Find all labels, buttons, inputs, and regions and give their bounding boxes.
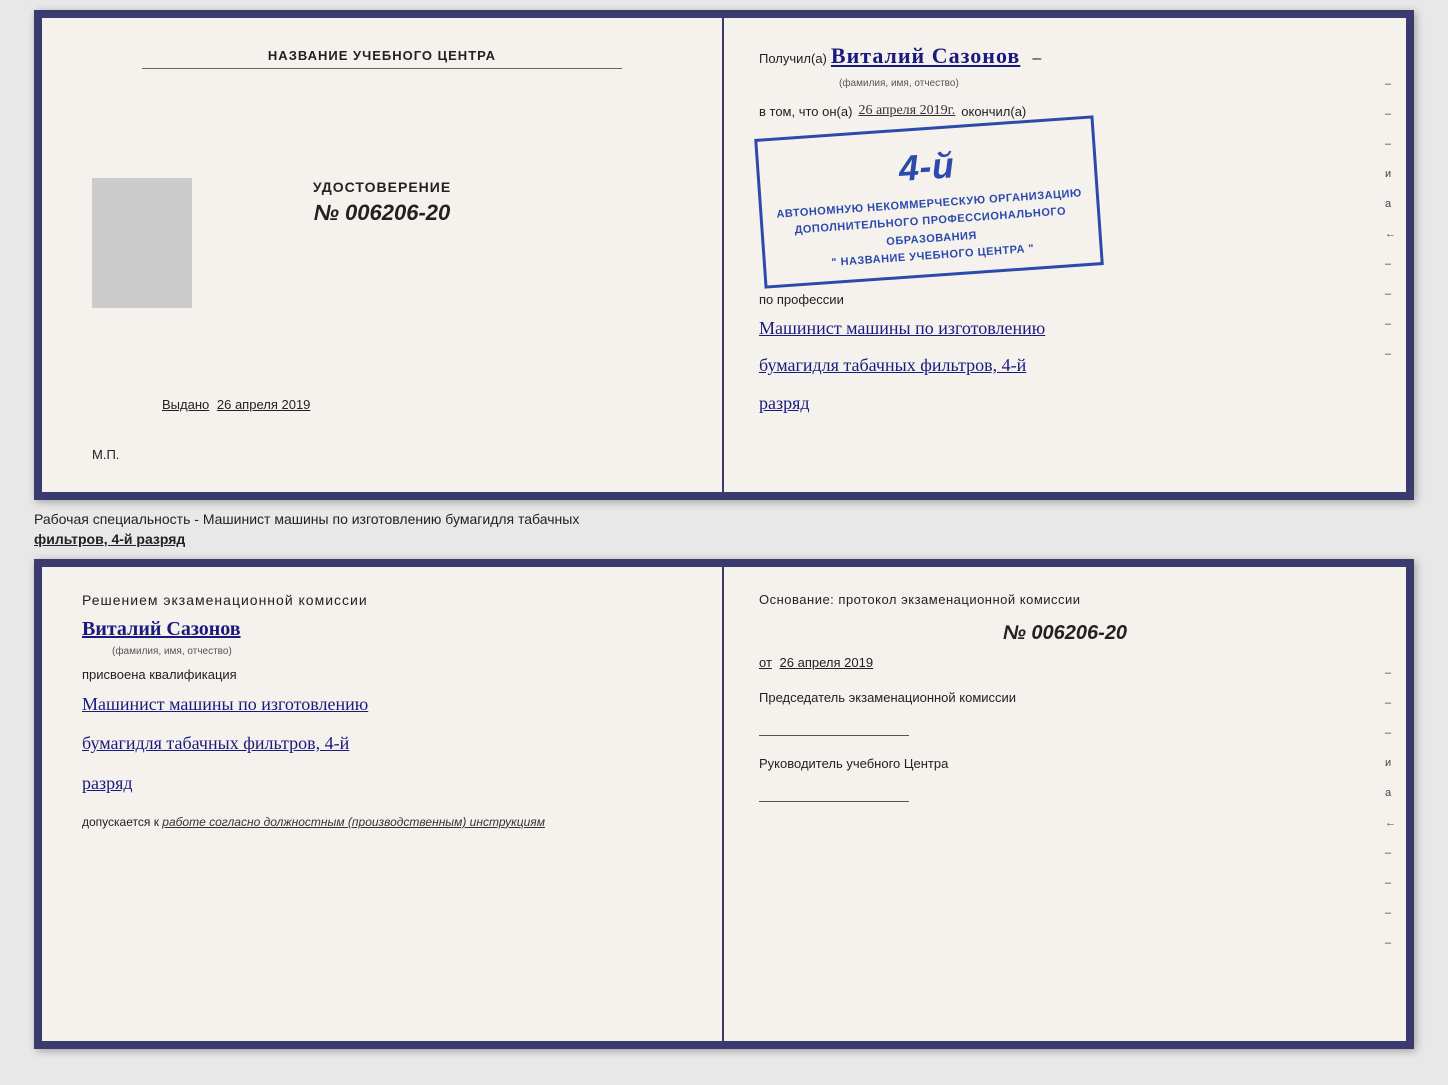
sidebar-marks-bottom: – – – и а ← – – – – xyxy=(1385,667,1396,949)
cert-right-panel: Получил(а) Виталий Сазонов – (фамилия, и… xyxy=(724,18,1406,492)
label-strip-underlined: фильтров, 4-й разряд xyxy=(34,531,185,547)
recipient-name-top: Виталий Сазонов xyxy=(831,43,1020,69)
rukovoditel-block: Руководитель учебного Центра xyxy=(759,756,1371,802)
dash-top: – xyxy=(1032,50,1041,68)
rukovoditel-label: Руководитель учебного Центра xyxy=(759,756,948,771)
stamp: 4-й АВТОНОМНУЮ НЕКОММЕРЧЕСКУЮ ОРГАНИЗАЦИ… xyxy=(754,115,1104,288)
udostoverenie-number: № 006206-20 xyxy=(313,200,451,226)
udostoverenie-label: УДОСТОВЕРЕНИЕ xyxy=(313,179,451,195)
fio-label-bottom: (фамилия, имя, отчество) xyxy=(112,641,682,659)
dopuskaetsya-text: работе согласно должностным (производств… xyxy=(162,815,545,829)
po-professii: по профессии xyxy=(759,292,1371,307)
label-strip-text: Рабочая специальность - Машинист машины … xyxy=(34,511,579,547)
ot-line: от 26 апреля 2019 xyxy=(759,655,1371,670)
training-center-title: НАЗВАНИЕ УЧЕБНОГО ЦЕНТРА xyxy=(142,48,622,69)
ot-label: от xyxy=(759,655,772,670)
photo-placeholder xyxy=(92,178,192,308)
cert-bottom-left: Решением экзаменационной комиссии Витали… xyxy=(42,567,724,1041)
prisvoena-label: присвоена квалификация xyxy=(82,667,682,682)
vydano-line: Выдано 26 апреля 2019 xyxy=(162,397,310,412)
dopuskaetsya-label: допускается к xyxy=(82,815,159,829)
certificate-top: НАЗВАНИЕ УЧЕБНОГО ЦЕНТРА УДОСТОВЕРЕНИЕ №… xyxy=(34,10,1414,500)
predsedatel-signature-line xyxy=(759,735,909,736)
profession-line3-top: разряд xyxy=(759,387,1371,419)
ot-date: 26 апреля 2019 xyxy=(780,655,874,670)
predsedatel-block: Председатель экзаменационной комиссии xyxy=(759,690,1371,736)
poluchil-line: Получил(а) Виталий Сазонов – xyxy=(759,43,1371,69)
mp-label: М.П. xyxy=(92,447,119,462)
bottom-left-title: Решением экзаменационной комиссии xyxy=(82,592,682,608)
vtom-date: 26 апреля 2019г. xyxy=(858,103,955,119)
profession-line1-bottom: Машинист машины по изготовлению xyxy=(82,687,682,721)
profession-line2-top: бумагидля табачных фильтров, 4-й xyxy=(759,349,1371,381)
vtom-prefix: в том, что он(а) xyxy=(759,104,852,119)
label-strip: Рабочая специальность - Машинист машины … xyxy=(34,508,1414,551)
profession-line1-top: Машинист машины по изготовлению xyxy=(759,312,1371,344)
stamp-block: 4-й АВТОНОМНУЮ НЕКОММЕРЧЕСКУЮ ОРГАНИЗАЦИ… xyxy=(759,127,1371,277)
fio-label-top: (фамилия, имя, отчество) xyxy=(839,73,1371,91)
dopuskaetsya-block: допускается к работе согласно должностны… xyxy=(82,815,682,829)
sidebar-marks-top: – – – и а ← – – – – xyxy=(1385,78,1396,360)
rukovoditel-signature-line xyxy=(759,801,909,802)
recipient-name-bottom: Виталий Сазонов xyxy=(82,618,682,641)
profession-line3-bottom: разряд xyxy=(82,766,682,800)
vydano-label: Выдано xyxy=(162,397,209,412)
poluchil-prefix: Получил(а) xyxy=(759,51,827,66)
udostoverenie-block: УДОСТОВЕРЕНИЕ № 006206-20 xyxy=(313,179,451,226)
certificate-bottom: Решением экзаменационной комиссии Витали… xyxy=(34,559,1414,1049)
cert-left-panel: НАЗВАНИЕ УЧЕБНОГО ЦЕНТРА УДОСТОВЕРЕНИЕ №… xyxy=(42,18,724,492)
protocol-number: № 006206-20 xyxy=(759,622,1371,645)
profession-line2-bottom: бумагидля табачных фильтров, 4-й xyxy=(82,726,682,760)
vydano-date: 26 апреля 2019 xyxy=(217,397,311,412)
predsedatel-label: Председатель экзаменационной комиссии xyxy=(759,690,1016,705)
cert-bottom-right: Основание: протокол экзаменационной коми… xyxy=(724,567,1406,1041)
okonchil-label: окончил(а) xyxy=(961,104,1026,119)
osnovanie-title: Основание: протокол экзаменационной коми… xyxy=(759,592,1371,607)
